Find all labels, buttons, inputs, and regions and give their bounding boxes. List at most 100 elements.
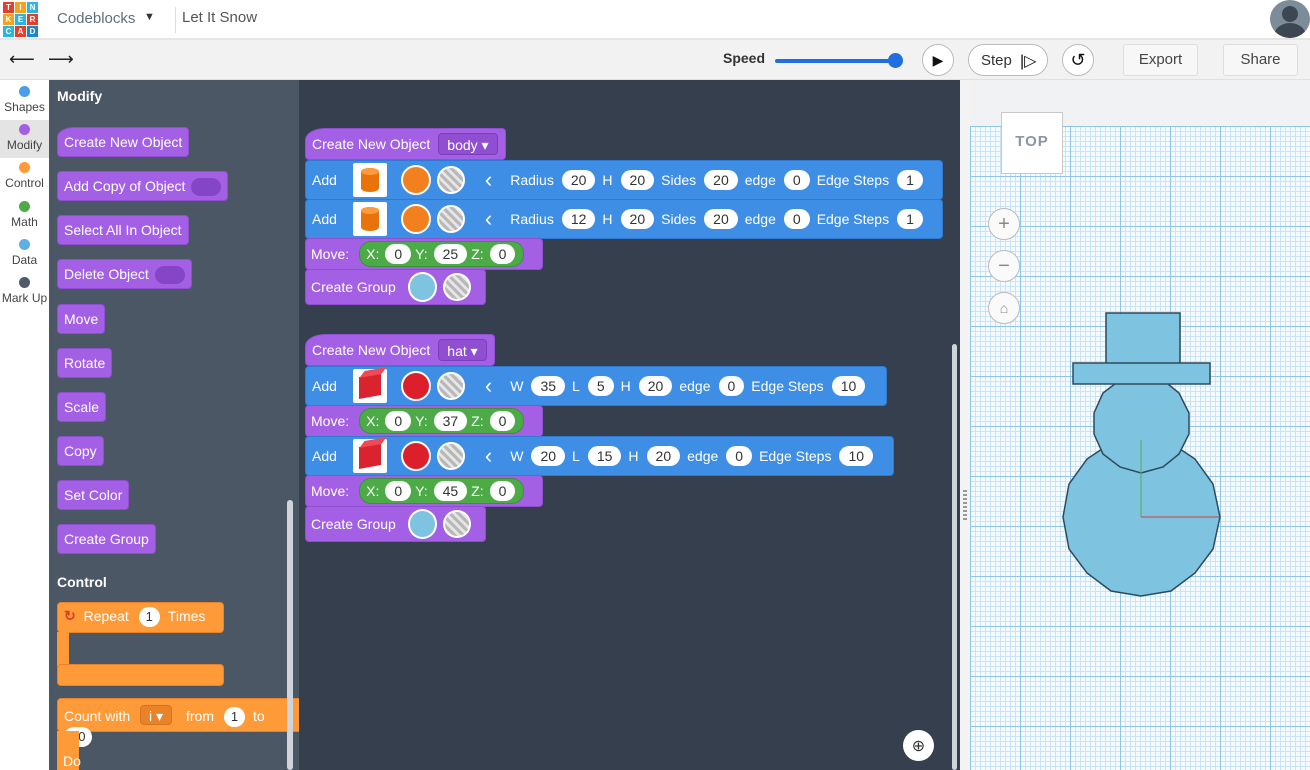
sides-input[interactable]: 20 — [704, 170, 738, 190]
edge-input[interactable]: 0 — [783, 170, 810, 190]
view-cube[interactable]: TOP — [1001, 112, 1063, 174]
input-slot[interactable] — [154, 266, 185, 285]
length-input[interactable]: 15 — [587, 446, 622, 466]
height-input[interactable]: 20 — [646, 446, 681, 466]
hat-crown-shape[interactable] — [1105, 312, 1181, 366]
3d-viewport[interactable]: TOP + − ⌂ — [960, 80, 1310, 770]
group-hole-swatch[interactable] — [443, 510, 471, 538]
collapse-chevron-icon[interactable]: ‹ — [485, 208, 492, 230]
move-x-input[interactable]: 0 — [385, 481, 412, 501]
move-y-input[interactable]: 45 — [433, 481, 468, 501]
input-slot[interactable] — [191, 178, 222, 197]
width-input[interactable]: 35 — [531, 376, 566, 396]
block-add-box[interactable]: Add ‹ W 20 L 15 H 20 edge 0 Edge Steps 10 — [305, 436, 894, 476]
block-scale[interactable]: Scale — [57, 392, 107, 422]
color-swatch[interactable] — [400, 204, 431, 234]
hole-swatch[interactable] — [436, 372, 465, 400]
hole-swatch[interactable] — [436, 166, 465, 194]
panel-resize-divider[interactable] — [960, 80, 970, 770]
category-markup[interactable]: Mark Up — [0, 273, 49, 311]
edge-steps-input[interactable]: 1 — [897, 209, 923, 229]
block-create-group[interactable]: Create Group — [305, 269, 486, 305]
drag-handle-icon[interactable] — [963, 490, 967, 520]
document-title[interactable]: Let It Snow — [182, 9, 257, 26]
category-shapes[interactable]: Shapes — [0, 82, 49, 120]
collapse-chevron-icon[interactable]: ‹ — [485, 445, 492, 467]
export-button[interactable]: Export — [1123, 44, 1198, 76]
collapse-chevron-icon[interactable]: ‹ — [485, 375, 492, 397]
box-shape-thumbnail[interactable] — [352, 439, 387, 473]
radius-input[interactable]: 20 — [561, 170, 596, 190]
reset-button[interactable]: ↺ — [1062, 44, 1094, 76]
sides-input[interactable]: 20 — [704, 209, 738, 229]
edge-input[interactable]: 0 — [726, 446, 753, 466]
workspace-scrollbar[interactable] — [952, 344, 957, 770]
cylinder-shape-thumbnail[interactable] — [352, 202, 387, 236]
height-input[interactable]: 20 — [638, 376, 673, 396]
block-create-new-object-body[interactable]: Create New Object body ▾ — [305, 128, 506, 160]
block-copy[interactable]: Copy — [57, 436, 104, 466]
code-workspace[interactable]: Create New Object body ▾ Add ‹ Radius 20 … — [299, 80, 960, 770]
block-select-all-in-object[interactable]: Select All In Object — [57, 215, 189, 245]
group-color-swatch[interactable] — [407, 509, 438, 539]
move-z-input[interactable]: 0 — [489, 481, 516, 501]
block-create-new-object-hat[interactable]: Create New Object hat ▾ — [305, 334, 495, 366]
length-input[interactable]: 5 — [587, 376, 614, 396]
radius-input[interactable]: 12 — [561, 209, 596, 229]
edge-input[interactable]: 0 — [783, 209, 810, 229]
step-button[interactable]: Step |▷ — [968, 44, 1048, 76]
share-button[interactable]: Share — [1223, 44, 1298, 76]
category-modify[interactable]: Modify — [0, 120, 49, 158]
block-create-group[interactable]: Create Group — [305, 506, 486, 542]
height-input[interactable]: 20 — [620, 170, 655, 190]
group-color-swatch[interactable] — [407, 272, 438, 302]
zoom-to-fit-button[interactable]: ⊕ — [903, 730, 934, 761]
block-create-new-object[interactable]: Create New Object — [57, 127, 190, 157]
edge-steps-input[interactable]: 10 — [839, 446, 874, 466]
box-shape-thumbnail[interactable] — [352, 369, 387, 403]
repeat-count-input[interactable]: 1 — [138, 607, 160, 627]
edge-steps-input[interactable]: 10 — [831, 376, 866, 396]
block-move[interactable]: Move — [57, 304, 106, 334]
block-move[interactable]: Move: X: 0 Y: 25 Z: 0 — [305, 238, 543, 270]
block-add-copy-of-object[interactable]: Add Copy of Object — [57, 171, 229, 201]
hat-brim-shape[interactable] — [1072, 362, 1211, 385]
cylinder-shape-thumbnail[interactable] — [352, 163, 387, 197]
group-hole-swatch[interactable] — [443, 273, 471, 301]
block-add-cylinder[interactable]: Add ‹ Radius 12 H 20 Sides 20 edge 0 Edge St… — [305, 199, 943, 239]
move-z-input[interactable]: 0 — [489, 411, 516, 431]
category-math[interactable]: Math — [0, 197, 49, 235]
block-move[interactable]: Move: X: 0 Y: 45 Z: 0 — [305, 475, 543, 507]
block-add-box[interactable]: Add ‹ W 35 L5 H 20 edge 0 Edge Steps 10 — [305, 366, 887, 406]
undo-icon[interactable]: ⟵ — [9, 49, 35, 70]
object-name-dropdown[interactable]: hat ▾ — [438, 339, 487, 361]
block-count-with[interactable]: Count with i ▾ from 1 to 10 — [57, 698, 299, 748]
block-add-cylinder[interactable]: Add ‹ Radius 20 H 20 Sides 20 edge 0 Edge St… — [305, 160, 943, 200]
flyout-scrollbar[interactable] — [287, 500, 293, 770]
move-y-input[interactable]: 25 — [433, 244, 468, 264]
collapse-chevron-icon[interactable]: ‹ — [485, 169, 492, 191]
block-move[interactable]: Move: X: 0 Y: 37 Z: 0 — [305, 405, 543, 437]
edge-steps-input[interactable]: 1 — [897, 170, 923, 190]
edge-input[interactable]: 0 — [718, 376, 745, 396]
category-data[interactable]: Data — [0, 235, 49, 273]
category-control[interactable]: Control — [0, 158, 49, 196]
count-from-input[interactable]: 1 — [223, 707, 246, 728]
block-create-group[interactable]: Create Group — [57, 524, 156, 554]
block-rotate[interactable]: Rotate — [57, 348, 113, 378]
move-y-input[interactable]: 37 — [433, 411, 468, 431]
zoom-out-button[interactable]: − — [988, 250, 1020, 282]
move-x-input[interactable]: 0 — [385, 244, 412, 264]
color-swatch[interactable] — [400, 441, 431, 471]
hole-swatch[interactable] — [436, 442, 465, 470]
redo-icon[interactable]: ⟶ — [48, 49, 74, 70]
play-button[interactable]: ▶ — [922, 44, 954, 76]
speed-slider-handle[interactable] — [888, 53, 903, 68]
height-input[interactable]: 20 — [620, 209, 655, 229]
caret-down-icon[interactable]: ▼ — [144, 11, 155, 23]
app-switcher-label[interactable]: Codeblocks — [57, 10, 135, 27]
block-set-color[interactable]: Set Color — [57, 480, 130, 510]
block-repeat[interactable]: ↻ Repeat 1 Times — [57, 602, 224, 633]
zoom-in-button[interactable]: + — [988, 208, 1020, 240]
width-input[interactable]: 20 — [531, 446, 566, 466]
